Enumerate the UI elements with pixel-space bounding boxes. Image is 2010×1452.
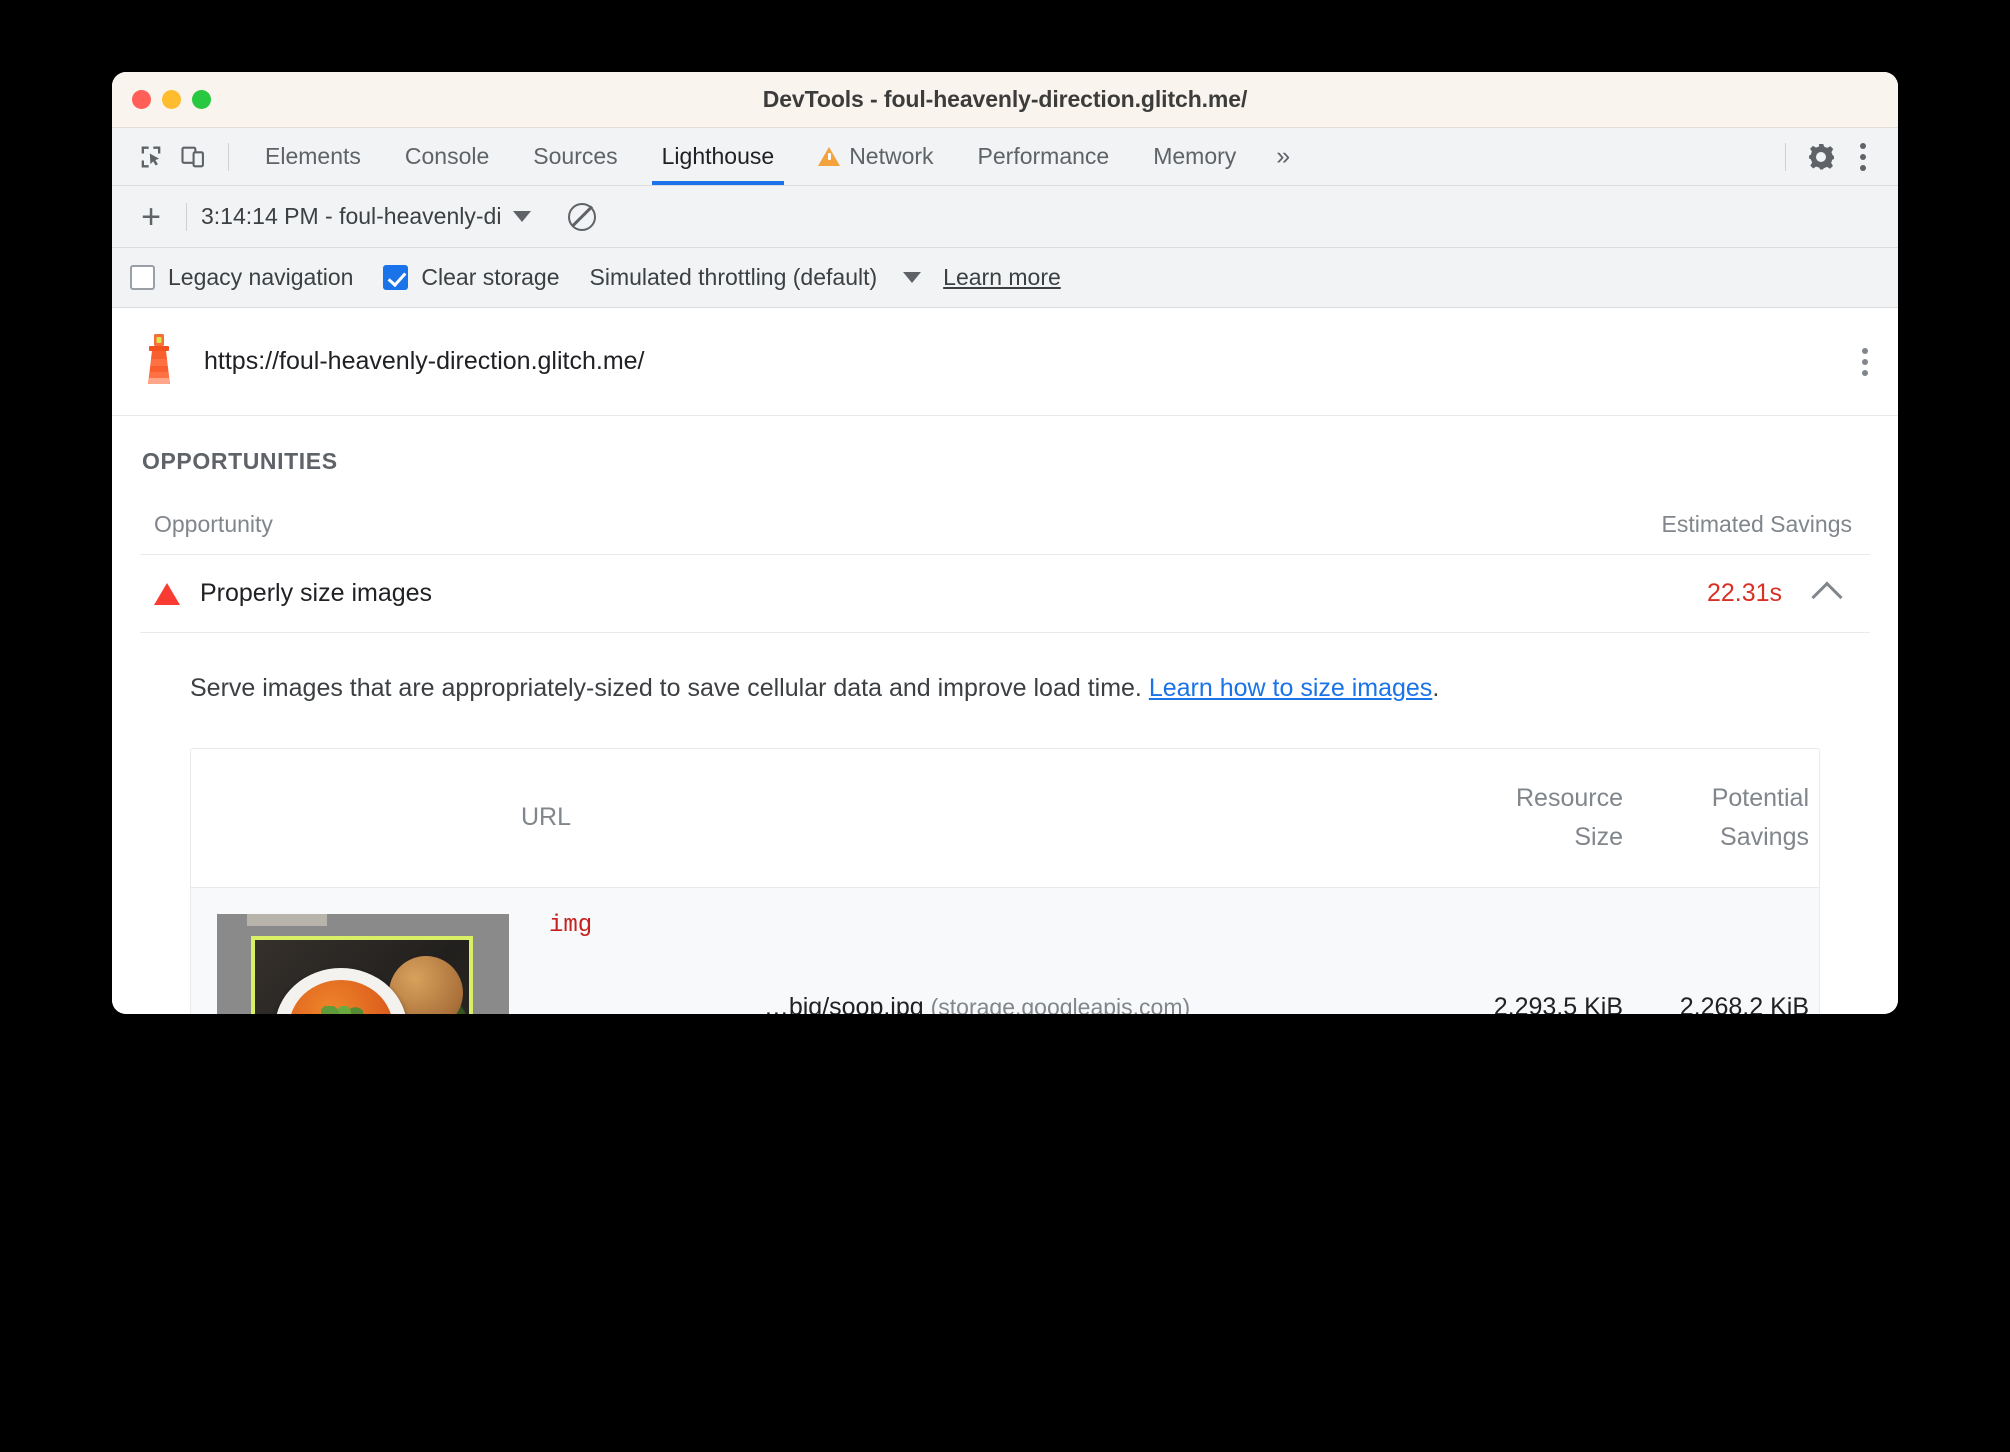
clear-storage-box[interactable] (383, 265, 409, 290)
tab-elements-label: Elements (265, 143, 361, 169)
tab-console-label: Console (404, 143, 490, 169)
opportunities-table-header: Opportunity Estimated Savings (140, 475, 1870, 555)
detail-table-header: URL Resource Size Potential Savings (191, 749, 1819, 888)
detail-header-url-label: URL (521, 803, 572, 832)
resource-url[interactable]: …big/soop.jpg (storage.googleapis.com) (521, 993, 1447, 1014)
tab-lighthouse[interactable]: Lighthouse (640, 128, 797, 185)
table-row: Soop Cozy warm img …big/soop.jpg (storag… (191, 887, 1819, 1015)
soup-photo (255, 939, 469, 1014)
window-title: DevTools - foul-heavenly-direction.glitc… (762, 86, 1248, 112)
severity-fail-triangle-icon (154, 582, 180, 605)
detail-header-resource-size-line1: Resource (1516, 784, 1623, 812)
opportunities-section-title: OPPORTUNITIES (142, 448, 338, 474)
column-header-opportunity: Opportunity (154, 511, 273, 537)
tab-performance-label: Performance (977, 143, 1110, 169)
throttling-label: Simulated throttling (default) (589, 264, 878, 290)
opportunity-detail-table: URL Resource Size Potential Savings img … (190, 748, 1820, 1014)
opportunity-row-properly-size-images[interactable]: Properly size images 22.31s (140, 555, 1870, 633)
clear-storage-checkbox[interactable]: Clear storage (383, 264, 560, 291)
detail-header-potential-savings-line1: Potential (1711, 784, 1809, 812)
warning-triangle-icon (818, 147, 841, 166)
lighthouse-settings-row: Legacy navigation Clear storage Simulate… (112, 248, 1898, 308)
soup-bowl-thumbnail[interactable]: Soop Cozy warm (217, 913, 509, 1014)
chevron-down-icon (513, 211, 532, 222)
maximize-window-button[interactable] (192, 90, 211, 109)
tab-console[interactable]: Console (383, 128, 511, 185)
opportunity-description: Serve images that are appropriately-size… (140, 633, 1870, 706)
resource-url-host: (storage.googleapis.com) (930, 994, 1191, 1014)
tab-performance[interactable]: Performance (956, 128, 1132, 185)
element-highlight-box: Soop Cozy warm (251, 935, 473, 1014)
tab-elements[interactable]: Elements (243, 128, 383, 185)
detail-header-url: URL (521, 749, 1447, 887)
detail-cell-potential-savings: 2,268.2 KiB (1679, 993, 1809, 1014)
gear-icon[interactable] (1800, 136, 1842, 178)
opportunity-savings-value: 22.31s (1706, 579, 1782, 607)
opportunities-table: Opportunity Estimated Savings Properly s… (140, 475, 1870, 1014)
chevron-down-icon (903, 272, 922, 283)
report-url: https://foul-heavenly-direction.glitch.m… (204, 347, 645, 375)
kebab-menu-icon[interactable] (1842, 136, 1884, 178)
lighthouse-toolbar: + 3:14:14 PM - foul-heavenly-di (112, 186, 1898, 248)
tab-memory[interactable]: Memory (1131, 128, 1258, 185)
toolbar-divider (228, 142, 229, 171)
detail-header-potential-savings-line2: Savings (1720, 822, 1809, 851)
inspect-element-icon[interactable] (130, 136, 172, 178)
learn-more-link[interactable]: Learn more (943, 264, 1061, 291)
detail-header-potential-savings: Potential Savings (1633, 749, 1819, 887)
lighthouse-icon (136, 330, 182, 393)
devtools-tabbar: Elements Console Sources Lighthouse Netw… (112, 128, 1898, 186)
resource-url-path: …big/soop.jpg (763, 993, 924, 1014)
more-tabs-icon[interactable]: » (1258, 142, 1308, 171)
tab-sources[interactable]: Sources (511, 128, 639, 185)
devtools-window: DevTools - foul-heavenly-direction.glitc… (112, 72, 1898, 1014)
traffic-lights (112, 90, 211, 109)
tab-sources-label: Sources (533, 143, 618, 169)
element-tag-label: img (549, 911, 593, 939)
legacy-navigation-checkbox[interactable]: Legacy navigation (130, 264, 353, 291)
toolbar2-divider (186, 202, 187, 231)
report-header: https://foul-heavenly-direction.glitch.m… (112, 308, 1898, 416)
detail-cell-resource-size: 2,293.5 KiB (1493, 993, 1623, 1014)
chevron-up-icon[interactable] (1802, 580, 1852, 613)
device-toolbar-icon[interactable] (172, 136, 214, 178)
opportunity-title: Properly size images (200, 579, 433, 607)
window-titlebar: DevTools - foul-heavenly-direction.glitc… (112, 72, 1898, 128)
detail-header-thumbnail-spacer (191, 749, 521, 887)
legacy-navigation-box[interactable] (130, 265, 155, 290)
minimize-window-button[interactable] (162, 90, 181, 109)
tab-memory-label: Memory (1153, 143, 1237, 169)
legacy-navigation-label: Legacy navigation (168, 264, 354, 290)
detail-header-resource-size-line2: Size (1574, 822, 1623, 851)
tab-lighthouse-label: Lighthouse (661, 143, 775, 169)
report-select-value: 3:14:14 PM - foul-heavenly-di (201, 203, 502, 229)
screenshot-root: DevTools - foul-heavenly-direction.glitc… (0, 0, 2010, 1452)
detail-header-resource-size: Resource Size (1447, 749, 1633, 887)
plus-icon: + (141, 197, 161, 236)
close-window-button[interactable] (132, 90, 151, 109)
savings-bar-area (452, 588, 1644, 600)
throttling-select[interactable]: Simulated throttling (default) (590, 264, 922, 291)
clear-storage-label: Clear storage (421, 264, 560, 290)
panel-tabs: Elements Console Sources Lighthouse Netw… (243, 128, 1308, 185)
lighthouse-report: https://foul-heavenly-direction.glitch.m… (112, 308, 1898, 1014)
new-report-button[interactable]: + (130, 196, 172, 238)
tab-network[interactable]: Network (796, 128, 955, 185)
report-kebab-menu-icon[interactable] (1862, 347, 1868, 376)
report-select[interactable]: 3:14:14 PM - foul-heavenly-di (201, 203, 532, 230)
clear-results-icon[interactable] (561, 196, 603, 238)
column-header-estimated-savings: Estimated Savings (1661, 511, 1852, 537)
savings-bar-track (988, 588, 1608, 600)
description-text-before: Serve images that are appropriately-size… (190, 674, 1149, 702)
tab-network-label: Network (849, 143, 934, 169)
thumbnail-page-bar (247, 913, 327, 926)
detail-cell-url: img …big/soop.jpg (storage.googleapis.co… (521, 888, 1447, 1015)
description-text-after: . (1432, 674, 1440, 702)
detail-cell-thumbnail: Soop Cozy warm (191, 888, 521, 1014)
size-images-doc-link[interactable]: Learn how to size images (1149, 674, 1432, 702)
tabbar-right-divider (1785, 142, 1786, 171)
